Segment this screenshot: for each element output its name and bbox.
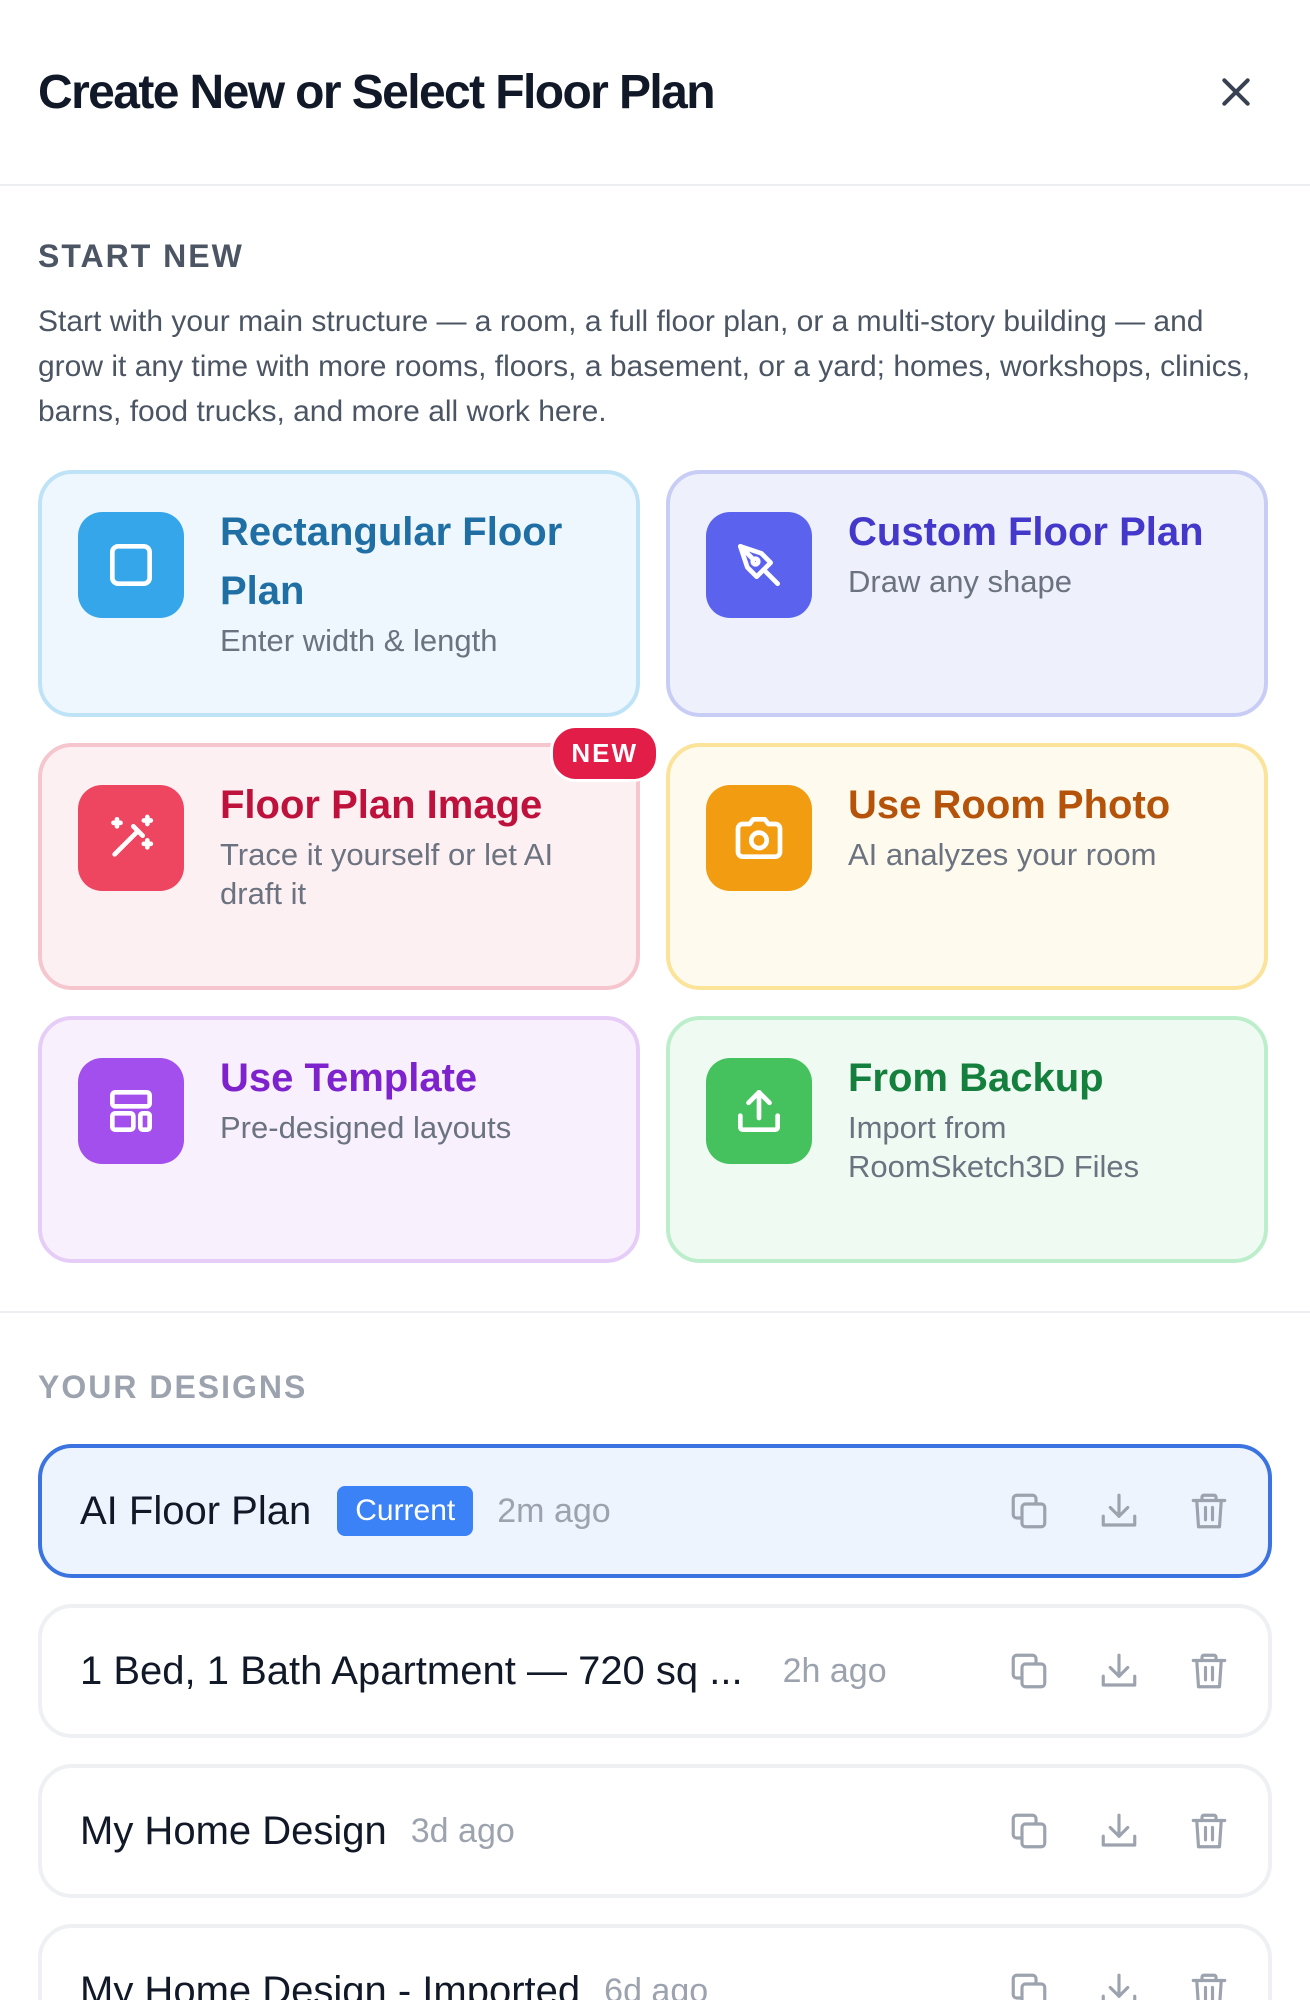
download-button[interactable] <box>1098 1490 1140 1532</box>
design-row[interactable]: AI Floor Plan Current 2m ago <box>38 1444 1272 1578</box>
duplicate-button[interactable] <box>1008 1490 1050 1532</box>
trash-icon <box>1191 1973 1227 2000</box>
design-time: 2m ago <box>497 1491 611 1530</box>
duplicate-button[interactable] <box>1008 1650 1050 1692</box>
square-icon <box>78 512 184 618</box>
download-icon <box>1101 1973 1137 2000</box>
download-icon <box>1101 1813 1137 1847</box>
download-button[interactable] <box>1098 1810 1140 1852</box>
current-badge: Current <box>337 1486 474 1536</box>
dialog-header: Create New or Select Floor Plan <box>0 0 1310 186</box>
rectangular-floor-plan-card[interactable]: Rectangular Floor Plan Enter width & len… <box>38 470 640 717</box>
duplicate-button[interactable] <box>1008 1970 1050 2000</box>
card-subtitle: AI analyzes your room <box>848 837 1157 872</box>
card-subtitle: Draw any shape <box>848 564 1073 599</box>
download-icon <box>1101 1653 1137 1687</box>
delete-button[interactable] <box>1188 1490 1230 1532</box>
start-new-description: Start with your main structure — a room,… <box>38 305 1251 428</box>
custom-floor-plan-card[interactable]: Custom Floor Plan Draw any shape <box>666 470 1268 717</box>
design-name: My Home Design - Imported <box>80 1968 581 2000</box>
design-time: 2h ago <box>782 1651 887 1690</box>
design-name: 1 Bed, 1 Bath Apartment — 720 sq ... <box>80 1648 743 1693</box>
card-title: Rectangular Floor Plan <box>220 510 563 613</box>
your-designs-section: YOUR DESIGNS AI Floor Plan Current 2m ag… <box>0 1369 1310 2000</box>
magic-wand-icon <box>78 785 184 891</box>
duplicate-button[interactable] <box>1008 1810 1050 1852</box>
camera-icon <box>706 785 812 891</box>
download-button[interactable] <box>1098 1650 1140 1692</box>
delete-button[interactable] <box>1188 1810 1230 1852</box>
card-title: Floor Plan Image <box>220 783 543 827</box>
delete-button[interactable] <box>1188 1650 1230 1692</box>
design-name: My Home Design <box>80 1808 387 1853</box>
start-new-label: START NEW <box>38 238 244 274</box>
card-title: Custom Floor Plan <box>848 510 1204 554</box>
design-name: AI Floor Plan <box>80 1488 312 1533</box>
trash-icon <box>1191 1653 1227 1689</box>
close-button[interactable] <box>1204 60 1268 124</box>
from-backup-card[interactable]: From Backup Import from RoomSketch3D Fil… <box>666 1016 1268 1263</box>
start-options-grid: Rectangular Floor Plan Enter width & len… <box>38 470 1272 1263</box>
layout-template-icon <box>78 1058 184 1164</box>
delete-button[interactable] <box>1188 1970 1230 2000</box>
dialog-title: Create New or Select Floor Plan <box>38 65 716 119</box>
card-subtitle: Enter width & length <box>220 623 498 658</box>
close-icon <box>1222 78 1250 106</box>
design-time: 6d ago <box>604 1971 709 2000</box>
card-title: Use Room Photo <box>848 783 1171 827</box>
card-subtitle: Trace it yourself or let AI draft it <box>220 837 554 911</box>
trash-icon <box>1191 1813 1227 1849</box>
copy-icon <box>1011 1973 1047 2000</box>
download-button[interactable] <box>1098 1970 1140 2000</box>
design-row[interactable]: My Home Design 3d ago <box>38 1764 1272 1898</box>
section-divider <box>0 1311 1310 1313</box>
download-icon <box>1101 1493 1137 1527</box>
new-badge: NEW <box>550 725 659 782</box>
upload-icon <box>706 1058 812 1164</box>
design-list: AI Floor Plan Current 2m ago 1 Bed, 1 Ba… <box>38 1444 1272 2000</box>
design-row[interactable]: 1 Bed, 1 Bath Apartment — 720 sq ... 2h … <box>38 1604 1272 1738</box>
card-subtitle: Pre-designed layouts <box>220 1110 512 1145</box>
floor-plan-image-card[interactable]: NEW Floor Plan Image Trace it yourself o… <box>38 725 659 990</box>
your-designs-label: YOUR DESIGNS <box>38 1369 308 1405</box>
card-subtitle: Import from RoomSketch3D Files <box>848 1110 1140 1184</box>
copy-icon <box>1011 1493 1047 1529</box>
trash-icon <box>1191 1493 1227 1529</box>
use-template-card[interactable]: Use Template Pre-designed layouts <box>38 1016 640 1263</box>
copy-icon <box>1011 1813 1047 1849</box>
card-title: Use Template <box>220 1056 478 1100</box>
start-new-section: START NEW Start with your main structure… <box>0 238 1310 1263</box>
use-room-photo-card[interactable]: Use Room Photo AI analyzes your room <box>666 743 1268 990</box>
copy-icon <box>1011 1653 1047 1689</box>
card-title: From Backup <box>848 1056 1104 1100</box>
pen-tool-icon <box>706 512 812 618</box>
design-row[interactable]: My Home Design - Imported 6d ago <box>38 1924 1272 2000</box>
design-time: 3d ago <box>410 1811 515 1850</box>
